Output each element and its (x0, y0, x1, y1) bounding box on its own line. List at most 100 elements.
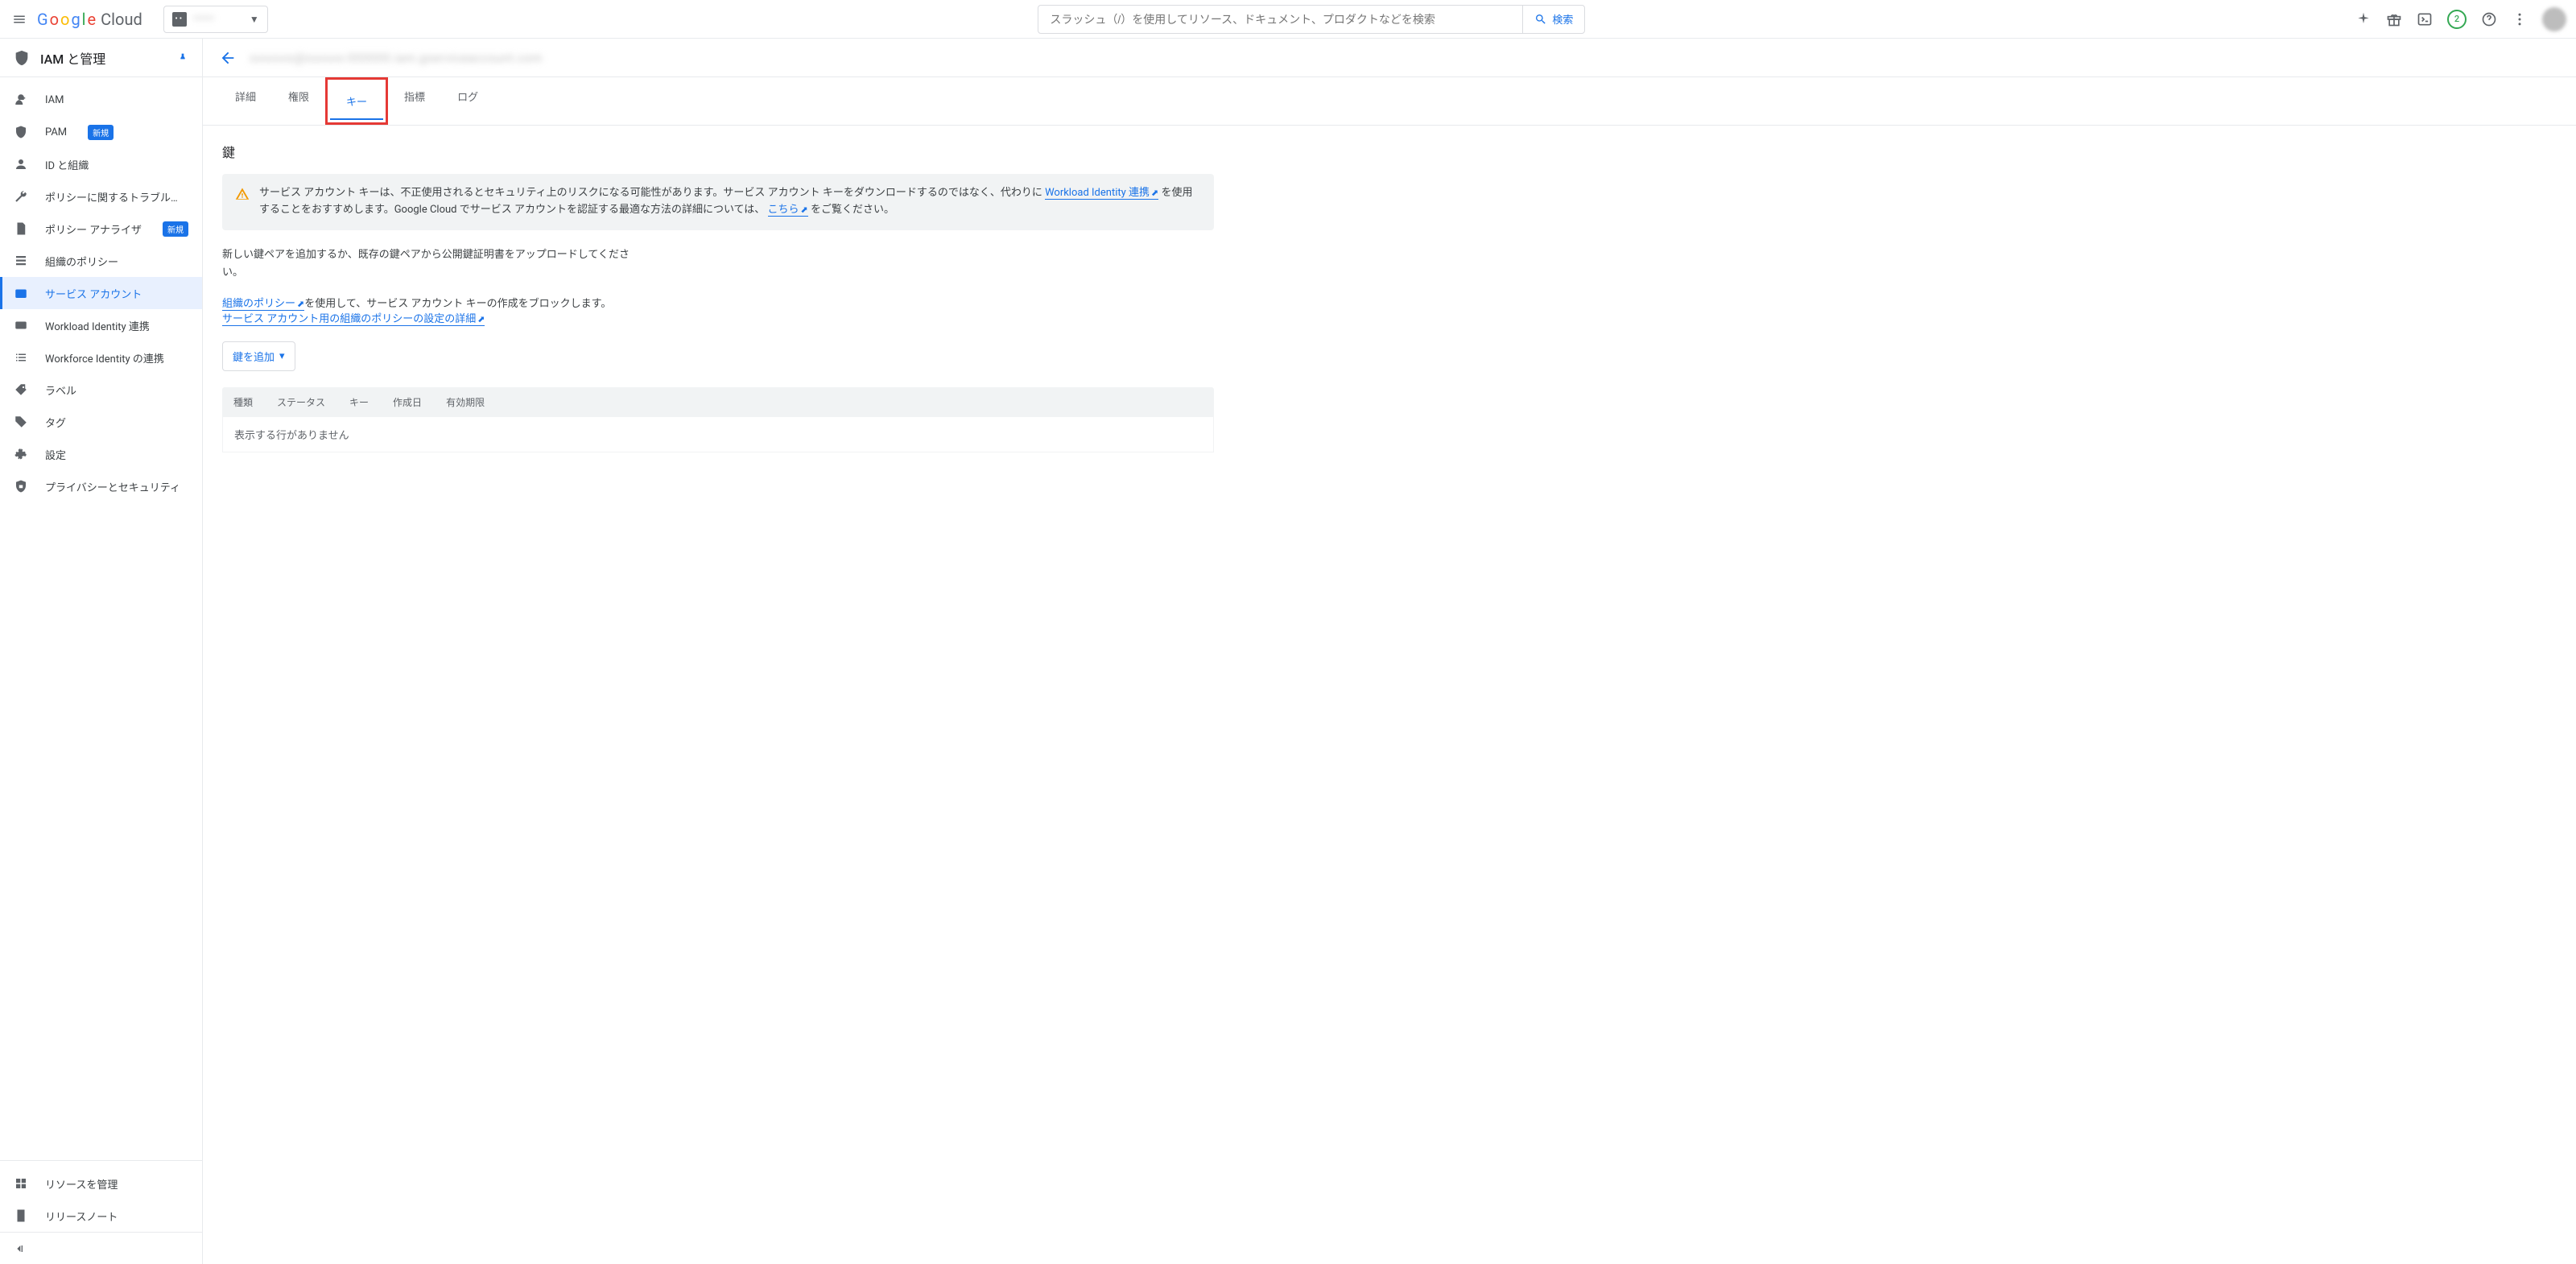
back-arrow-icon[interactable] (219, 49, 237, 67)
sidebar-item-label: サービス アカウント (45, 286, 142, 301)
table-column-header: 有効期限 (446, 395, 485, 409)
main-content: xxxxxxx@xxxxxx-000000.iam.gserviceaccoun… (203, 39, 2576, 1264)
sidebar-item-account-circle[interactable]: ID と組織 (0, 148, 202, 180)
table-empty-message: 表示する行がありません (222, 417, 1214, 452)
tab-詳細[interactable]: 詳細 (219, 77, 272, 125)
tab-キー[interactable]: キー (330, 82, 383, 120)
table-column-header: キー (349, 395, 369, 409)
policy-links: 組織のポリシー⬈を使用して、サービス アカウント キーの作成をブロックします。 … (222, 295, 1214, 325)
project-icon (172, 12, 187, 27)
table-header-row: 種類ステータスキー作成日有効期限 (222, 387, 1214, 417)
sidebar-item-label: Workload Identity 連携 (45, 318, 150, 333)
sidebar-item-label: プライバシーとセキュリティ (45, 479, 180, 494)
note-icon (13, 1208, 29, 1223)
service-account-email: xxxxxxx@xxxxxx-000000.iam.gserviceaccoun… (250, 51, 543, 65)
warning-icon (235, 187, 250, 219)
sidebar: IAM と管理 IAM PAM 新規 ID と組織 ポリシーに関するトラブル… ポ… (0, 39, 203, 1264)
help-icon[interactable] (2481, 11, 2497, 27)
notifications-badge[interactable]: 2 (2447, 10, 2467, 29)
chevron-left-icon (13, 1242, 26, 1255)
gear-icon (13, 447, 29, 461)
sidebar-item-badge-id[interactable]: サービス アカウント (0, 277, 202, 309)
search-input[interactable] (1038, 6, 1522, 33)
badge-id-icon (13, 286, 29, 300)
sidebar-item-label: ポリシー アナライザ (45, 221, 142, 237)
sidebar-item-note[interactable]: リリースノート (0, 1200, 202, 1232)
grid-icon (13, 1176, 29, 1191)
org-policy-detail-link[interactable]: サービス アカウント用の組織のポリシーの設定の詳細⬈ (222, 313, 485, 326)
search-box: 検索 (1038, 5, 1585, 34)
sidebar-item-label: 組織のポリシー (45, 254, 118, 269)
sidebar-item-label: タグ (45, 415, 66, 430)
table-column-header: ステータス (277, 395, 325, 409)
sidebar-item-wrench[interactable]: ポリシーに関するトラブル… (0, 180, 202, 213)
search-container: 検索 (276, 5, 2347, 34)
description-text: 新しい鍵ペアを追加するか、既存の鍵ペアから公開鍵証明書をアップロードしてください… (222, 246, 641, 282)
account-circle-icon (13, 157, 29, 171)
sidebar-item-grid[interactable]: リソースを管理 (0, 1167, 202, 1200)
external-link-icon: ⬈ (801, 204, 808, 215)
main-header: xxxxxxx@xxxxxx-000000.iam.gserviceaccoun… (203, 39, 2576, 77)
sidebar-item-label: リリースノート (45, 1208, 118, 1224)
sidebar-item-gear[interactable]: 設定 (0, 438, 202, 470)
sidebar-item-label: PAM (45, 126, 67, 138)
section-title: 鍵 (222, 142, 1214, 161)
caret-down-icon: ▼ (250, 14, 259, 25)
sidebar-item-card[interactable]: Workload Identity 連携 (0, 309, 202, 341)
project-selector[interactable]: •••••• ▼ (163, 6, 268, 33)
cloud-shell-icon[interactable] (2417, 11, 2433, 27)
org-policy-link[interactable]: 組織のポリシー⬈ (222, 298, 304, 311)
sidebar-item-doc[interactable]: ポリシー アナライザ 新規 (0, 213, 202, 245)
tab-ログ[interactable]: ログ (441, 77, 494, 125)
new-badge: 新規 (163, 221, 188, 237)
hamburger-menu-icon[interactable] (10, 10, 29, 29)
add-key-button[interactable]: 鍵を追加 ▾ (222, 341, 295, 371)
tag-icon (13, 382, 29, 397)
top-bar: Google Cloud •••••• ▼ 検索 2 (0, 0, 2576, 39)
collapse-sidebar-button[interactable] (0, 1232, 202, 1264)
tag-solid-icon (13, 415, 29, 429)
pin-icon[interactable] (176, 52, 189, 64)
project-name: •••••• (193, 13, 214, 25)
list-icon (13, 350, 29, 365)
shield-lock-icon (13, 479, 29, 494)
sidebar-item-label: ラベル (45, 382, 76, 398)
sidebar-title: IAM と管理 (40, 48, 105, 68)
external-link-icon: ⬈ (1151, 188, 1158, 198)
tab-権限[interactable]: 権限 (272, 77, 325, 125)
tab-highlight: キー (325, 77, 388, 125)
caret-down-icon: ▾ (279, 349, 285, 362)
sidebar-item-label: 設定 (45, 447, 66, 462)
sidebar-header: IAM と管理 (0, 39, 202, 77)
sidebar-item-label: IAM (45, 94, 64, 106)
sidebar-item-tag[interactable]: ラベル (0, 374, 202, 406)
sidebar-item-list-doc[interactable]: 組織のポリシー (0, 245, 202, 277)
shield-icon (13, 125, 29, 139)
warning-banner: サービス アカウント キーは、不正使用されるとセキュリティ上のリスクになる可能性… (222, 174, 1214, 230)
workload-identity-link[interactable]: Workload Identity 連携⬈ (1045, 187, 1158, 200)
search-icon (1534, 13, 1547, 26)
sidebar-item-shield[interactable]: PAM 新規 (0, 116, 202, 148)
tabs: 詳細権限キー指標ログ (203, 77, 2576, 126)
tab-指標[interactable]: 指標 (388, 77, 441, 125)
wrench-icon (13, 189, 29, 204)
gift-icon[interactable] (2386, 11, 2402, 27)
sidebar-item-label: ポリシーに関するトラブル… (45, 189, 178, 204)
person-add-icon (13, 93, 29, 107)
external-link-icon: ⬈ (477, 314, 485, 324)
sidebar-item-person-add[interactable]: IAM (0, 84, 202, 116)
learn-more-link[interactable]: こちら⬈ (768, 204, 808, 217)
table-column-header: 作成日 (393, 395, 422, 409)
new-badge: 新規 (88, 125, 114, 140)
search-button[interactable]: 検索 (1522, 6, 1584, 33)
keys-table: 種類ステータスキー作成日有効期限 表示する行がありません (222, 387, 1214, 452)
sidebar-item-list[interactable]: Workforce Identity の連携 (0, 341, 202, 374)
sidebar-item-shield-lock[interactable]: プライバシーとセキュリティ (0, 470, 202, 502)
more-vert-icon[interactable] (2512, 11, 2528, 27)
sidebar-item-tag-solid[interactable]: タグ (0, 406, 202, 438)
user-avatar[interactable] (2542, 7, 2566, 31)
gemini-star-icon[interactable] (2355, 11, 2372, 27)
google-cloud-logo[interactable]: Google Cloud (37, 10, 142, 29)
sidebar-item-label: リソースを管理 (45, 1176, 118, 1192)
doc-icon (13, 221, 29, 236)
